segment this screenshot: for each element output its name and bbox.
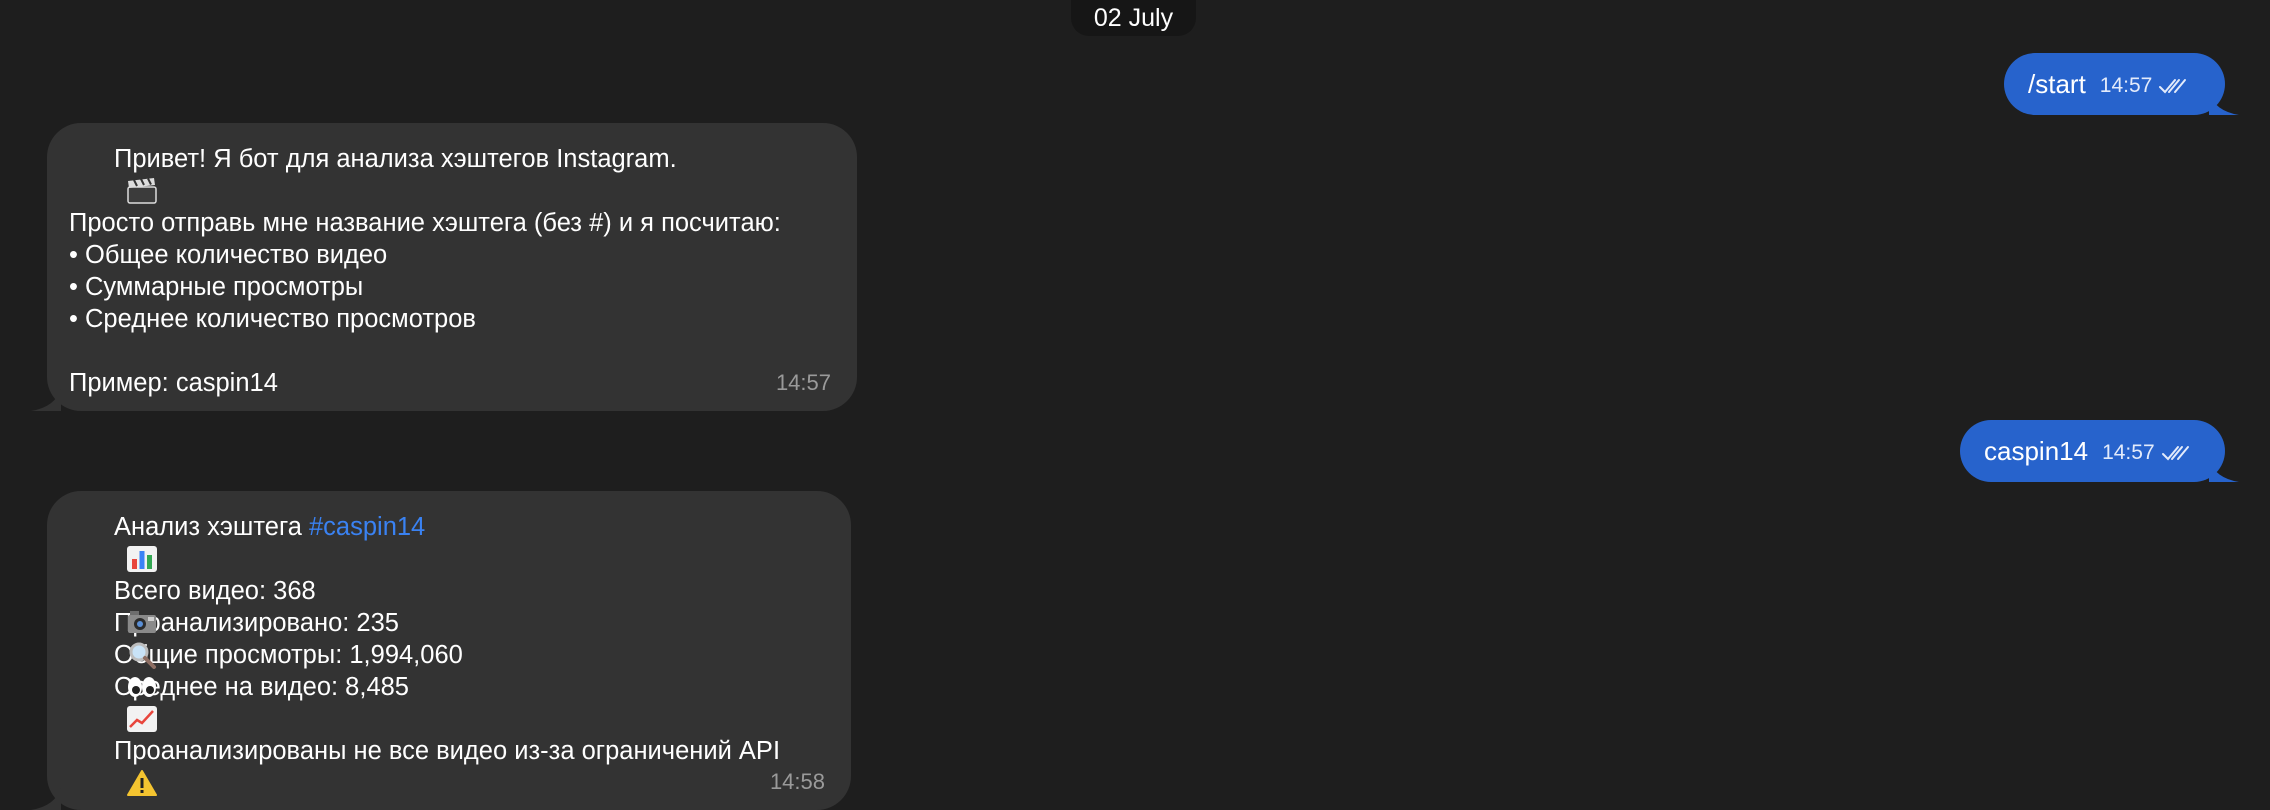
list-item: • Общее количество видео — [69, 241, 388, 269]
stat-line: Среднее на видео: 8,485 — [69, 671, 829, 732]
video-camera-icon — [69, 577, 156, 633]
bubble-tail — [2209, 460, 2239, 482]
bar-chart-icon — [69, 513, 157, 572]
bubble-tail — [31, 788, 61, 810]
bubble-tail — [2209, 93, 2239, 115]
bubble-tail — [31, 389, 61, 411]
message-line: Пример: caspin14 — [69, 369, 278, 397]
message-text: caspin14 — [1984, 435, 2089, 466]
double-check-icon — [2159, 79, 2187, 94]
message-meta: 14:57 — [2100, 74, 2189, 98]
double-check-icon — [2161, 446, 2189, 461]
chart-increasing-icon — [69, 673, 157, 732]
magnifier-icon — [69, 609, 156, 669]
list-item: • Суммарные просмотры — [69, 273, 364, 301]
incoming-message[interactable]: Анализ хэштега #caspin14 Всего видео: 36… — [31, 491, 851, 810]
message-line: Просто отправь мне название хэштега (без… — [69, 209, 781, 237]
message-line: Привет! Я бот для анализа хэштегов Insta… — [69, 143, 835, 204]
warning-icon — [69, 737, 157, 796]
chat-area: 02 July /start 14:57 Привет! Я бот для а… — [0, 0, 2270, 810]
stat-line: Проанализировано: 235 — [69, 607, 829, 669]
hashtag-link[interactable]: #caspin14 — [309, 511, 425, 543]
message-time: 14:57 — [775, 370, 831, 395]
outgoing-message[interactable]: /start 14:57 — [2004, 53, 2239, 115]
message-time: 14:57 — [2102, 441, 2155, 464]
message-time: 14:58 — [769, 769, 825, 794]
list-item: • Среднее количество просмотров — [69, 305, 476, 333]
message-line: Анализ хэштега #caspin14 — [69, 511, 829, 572]
message-time: 14:57 — [2099, 74, 2153, 97]
warning-line: Проанализированы не все видео из-за огра… — [69, 735, 829, 796]
message-text: /start — [2028, 68, 2086, 99]
date-label: 02 July — [1093, 3, 1174, 32]
message-meta: 14:57 — [2102, 441, 2191, 465]
stat-line: Общие просмотры: 1,994,060 — [69, 639, 829, 697]
eyes-icon — [69, 641, 156, 697]
stat-line: Всего видео: 368 — [69, 575, 829, 633]
outgoing-message[interactable]: caspin14 14:57 — [1960, 420, 2239, 482]
date-separator: 02 July — [1071, 0, 1196, 36]
incoming-message[interactable]: Привет! Я бот для анализа хэштегов Insta… — [31, 123, 857, 411]
clapper-board-icon — [69, 145, 157, 204]
